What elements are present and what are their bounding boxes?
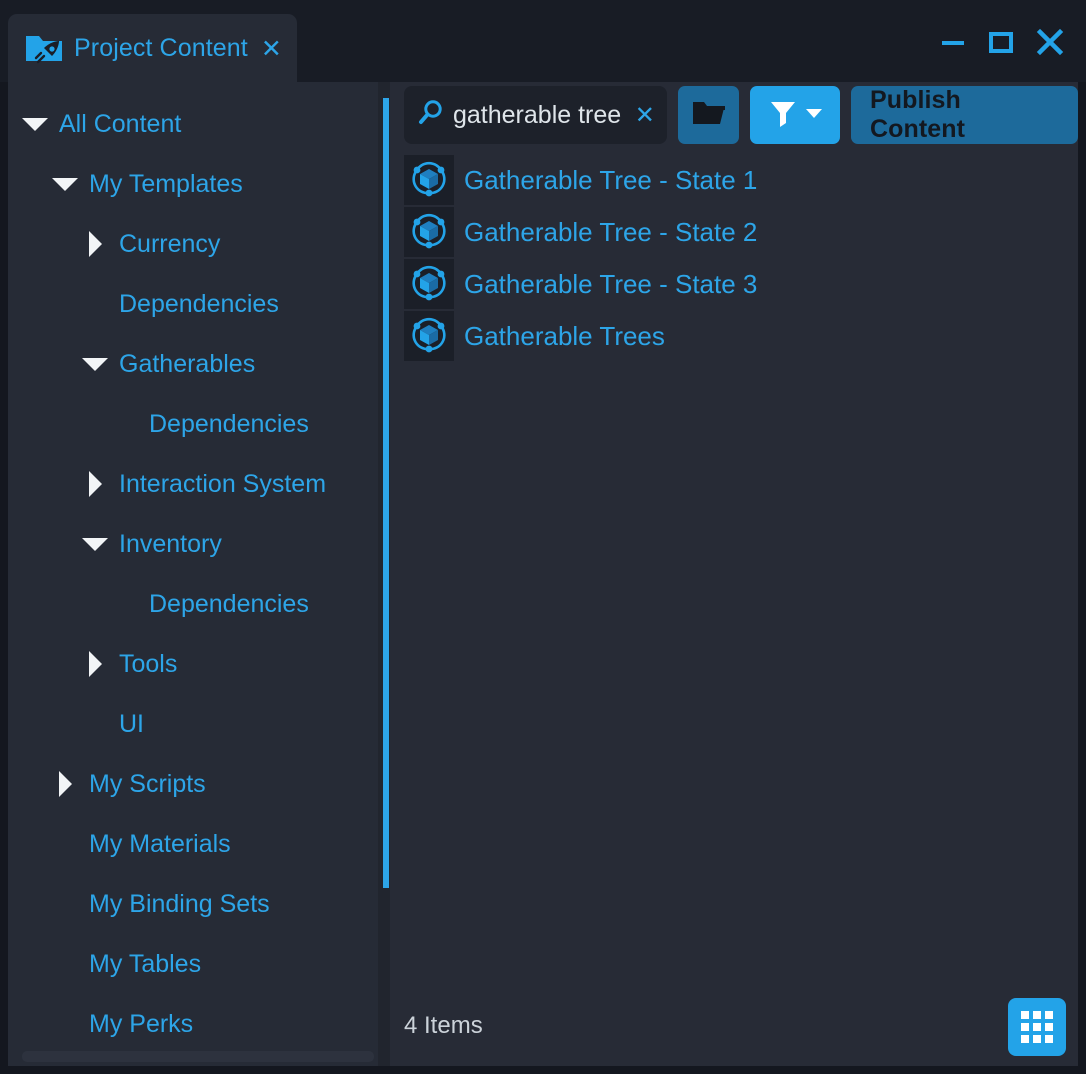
sidebar-horizontal-scrollbar[interactable] <box>8 1046 378 1066</box>
filter-funnel-icon <box>767 97 799 134</box>
magnifier-icon <box>416 98 446 133</box>
sidebar-item-label: Dependencies <box>149 409 309 438</box>
tab-project-content[interactable]: Project Content ✕ <box>8 14 297 82</box>
sidebar-item-interaction-system[interactable]: Interaction System <box>8 454 390 514</box>
status-bar: 4 Items <box>390 990 1078 1066</box>
tab-title: Project Content <box>74 33 248 62</box>
sidebar-item-my-templates[interactable]: My Templates <box>8 154 390 214</box>
sidebar-item-dependencies[interactable]: Dependencies <box>8 394 390 454</box>
sidebar-item-label: My Perks <box>89 1009 194 1038</box>
content-item[interactable]: Gatherable Trees <box>404 310 1078 362</box>
content-tree-sidebar: All Content My Templates Currency Dependenc… <box>8 82 390 1066</box>
maximize-icon[interactable] <box>988 29 1014 55</box>
content-tree: All Content My Templates Currency Dependenc… <box>8 82 390 1054</box>
tab-close-icon[interactable]: ✕ <box>261 36 282 61</box>
caret-right-icon[interactable] <box>82 231 108 257</box>
content-browser-panel: gatherable tree ✕ Publish Content Gather… <box>390 82 1078 1066</box>
content-item-label: Gatherable Tree - State 2 <box>464 216 758 247</box>
grid-view-button[interactable] <box>1008 998 1066 1056</box>
content-item[interactable]: Gatherable Tree - State 2 <box>404 206 1078 258</box>
sidebar-item-dependencies[interactable]: Dependencies <box>8 574 390 634</box>
sidebar-item-ui[interactable]: UI <box>8 694 390 754</box>
template-cube-icon <box>404 311 454 361</box>
caret-down-icon[interactable] <box>82 351 108 377</box>
content-item[interactable]: Gatherable Tree - State 1 <box>404 154 1078 206</box>
publish-content-button[interactable]: Publish Content <box>850 86 1078 144</box>
content-item-label: Gatherable Tree - State 3 <box>464 268 758 299</box>
chevron-down-icon[interactable] <box>804 106 824 125</box>
sidebar-item-label: Tools <box>119 649 178 678</box>
content-item-label: Gatherable Trees <box>464 320 665 351</box>
sidebar-item-label: UI <box>119 709 144 738</box>
sidebar-item-currency[interactable]: Currency <box>8 214 390 274</box>
sidebar-item-label: My Tables <box>89 949 202 978</box>
close-icon[interactable] <box>1036 28 1064 56</box>
sidebar-item-label: All Content <box>59 109 182 138</box>
sidebar-item-my-scripts[interactable]: My Scripts <box>8 754 390 814</box>
sidebar-item-tools[interactable]: Tools <box>8 634 390 694</box>
content-item-label: Gatherable Tree - State 1 <box>464 164 758 195</box>
sidebar-vertical-scroll-thumb[interactable] <box>383 98 389 888</box>
sidebar-item-all-content[interactable]: All Content <box>8 94 390 154</box>
sidebar-horizontal-scroll-thumb[interactable] <box>22 1051 374 1062</box>
caret-right-icon[interactable] <box>52 771 78 797</box>
caret-down-icon[interactable] <box>22 111 48 137</box>
project-content-window: Project Content ✕ All Content My Template… <box>0 0 1086 1074</box>
folder-rocket-icon <box>24 30 64 66</box>
item-count-label: 4 Items <box>404 1012 483 1039</box>
search-input[interactable]: gatherable tree ✕ <box>404 86 667 144</box>
sidebar-item-label: My Templates <box>89 169 243 198</box>
sidebar-item-label: My Binding Sets <box>89 889 270 918</box>
content-item-list: Gatherable Tree - State 1 Gatherable Tre… <box>404 154 1078 362</box>
sidebar-item-my-tables[interactable]: My Tables <box>8 934 390 994</box>
sidebar-item-label: Dependencies <box>119 289 279 318</box>
minimize-icon[interactable] <box>940 29 966 55</box>
caret-down-icon[interactable] <box>52 171 78 197</box>
sidebar-item-label: Dependencies <box>149 589 309 618</box>
sidebar-item-label: Gatherables <box>119 349 256 378</box>
content-toolbar: gatherable tree ✕ Publish Content <box>404 86 1078 144</box>
sidebar-item-label: Interaction System <box>119 469 327 498</box>
caret-right-icon[interactable] <box>82 471 108 497</box>
sidebar-item-dependencies[interactable]: Dependencies <box>8 274 390 334</box>
sidebar-item-my-materials[interactable]: My Materials <box>8 814 390 874</box>
open-folder-icon <box>691 98 727 133</box>
sidebar-item-my-binding-sets[interactable]: My Binding Sets <box>8 874 390 934</box>
caret-down-icon[interactable] <box>82 531 108 557</box>
sidebar-item-gatherables[interactable]: Gatherables <box>8 334 390 394</box>
title-bar: Project Content ✕ <box>0 0 1086 82</box>
sidebar-item-my-perks[interactable]: My Perks <box>8 994 390 1054</box>
sidebar-item-label: My Materials <box>89 829 231 858</box>
open-folder-button[interactable] <box>677 86 740 144</box>
template-cube-icon <box>404 155 454 205</box>
filter-button[interactable] <box>750 86 840 144</box>
caret-right-icon[interactable] <box>82 651 108 677</box>
window-controls <box>940 28 1064 56</box>
sidebar-item-label: My Scripts <box>89 769 206 798</box>
content-item[interactable]: Gatherable Tree - State 3 <box>404 258 1078 310</box>
template-cube-icon <box>404 207 454 257</box>
sidebar-vertical-scrollbar[interactable] <box>378 82 390 1066</box>
sidebar-item-inventory[interactable]: Inventory <box>8 514 390 574</box>
search-clear-icon[interactable]: ✕ <box>635 103 655 127</box>
grid-view-icon <box>1021 1011 1053 1043</box>
template-cube-icon <box>404 259 454 309</box>
window-body: All Content My Templates Currency Dependenc… <box>8 82 1078 1066</box>
sidebar-item-label: Currency <box>119 229 221 258</box>
search-value[interactable]: gatherable tree <box>453 101 631 130</box>
sidebar-item-label: Inventory <box>119 529 222 558</box>
